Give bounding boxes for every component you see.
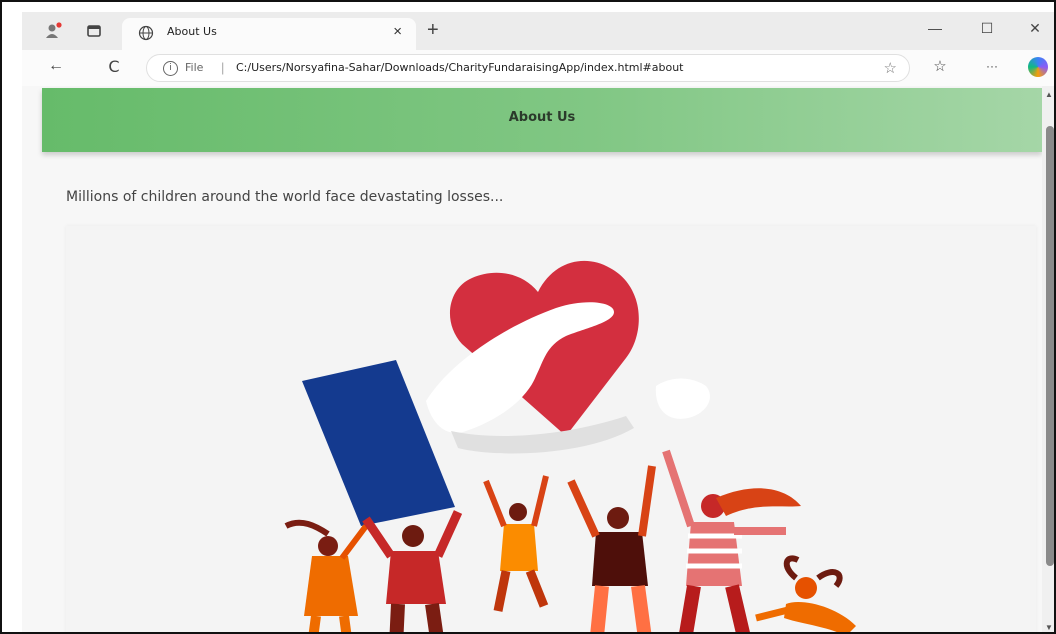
person [607,507,629,529]
illustration-card [66,226,1036,632]
address-separator: | [221,60,225,75]
address-bar[interactable]: i File | C:/Users/Norsyafina-Sahar/Downl… [146,54,910,82]
person [686,522,742,586]
person [339,524,369,560]
person [284,519,330,537]
person [509,503,527,521]
info-icon[interactable]: i [163,61,178,76]
person [500,524,538,571]
scroll-down-arrow-icon[interactable]: ▼ [1045,623,1053,632]
maximize-button[interactable]: ☐ [972,20,1002,37]
new-tab-button[interactable]: + [427,20,439,40]
tab-close-icon[interactable]: × [393,23,402,40]
tab-actions-icon[interactable] [84,21,104,41]
dog-icon [795,577,817,599]
dog-icon [784,602,856,632]
tab-title: About Us [167,25,217,38]
dog-icon [755,606,789,622]
person [590,585,652,632]
donation-box [302,360,455,526]
person [716,488,801,516]
person [402,525,424,547]
scheme-label: File [185,61,204,74]
person [389,603,444,632]
title-bar: About Us × + — ☐ ✕ [22,12,1054,50]
hand-shape [655,378,710,419]
person [304,556,358,616]
url-text[interactable]: C:/Users/Norsyafina-Sahar/Downloads/Char… [236,61,684,74]
globe-icon [138,25,154,41]
minimize-button[interactable]: — [920,20,950,36]
tab-about-us[interactable]: About Us × [122,18,416,50]
scroll-thumb[interactable] [1046,126,1054,566]
page-viewport: About Us Millions of children around the… [22,86,1042,632]
person [318,536,338,556]
close-window-button[interactable]: ✕ [1020,20,1050,37]
intro-text: Millions of children around the world fa… [66,189,504,205]
page-header: About Us [42,88,1042,152]
vertical-scrollbar[interactable]: ▲ ▼ [1042,86,1054,632]
refresh-button[interactable]: C [102,57,126,76]
person [493,569,549,612]
navigation-bar: ← C i File | C:/Users/Norsyafina-Sahar/D… [22,50,1054,86]
favorite-star-icon[interactable]: ☆ [884,59,897,77]
screenshot-frame: About Us × + — ☐ ✕ ← C i File | C:/Users… [0,0,1056,634]
page-title: About Us [508,110,576,125]
copilot-icon[interactable] [1028,57,1048,77]
person [592,532,648,586]
person [679,584,750,632]
person [308,615,352,632]
back-button[interactable]: ← [44,57,68,75]
person [386,551,446,604]
heart-donation-illustration [284,260,856,632]
more-button[interactable]: ··· [980,59,1004,73]
browser-window: About Us × + — ☐ ✕ ← C i File | C:/Users… [22,12,1054,632]
favorites-icon[interactable]: ☆ [928,57,952,75]
profile-icon[interactable] [44,21,64,41]
scroll-up-arrow-icon[interactable]: ▲ [1045,90,1053,99]
